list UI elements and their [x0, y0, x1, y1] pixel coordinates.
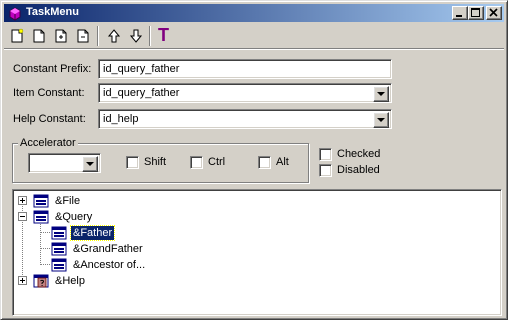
- move-down-button[interactable]: [125, 26, 147, 46]
- ctrl-checkbox-box[interactable]: [190, 156, 203, 169]
- chevron-down-icon[interactable]: [82, 156, 98, 172]
- text-tool-button[interactable]: T: [155, 25, 177, 46]
- checked-checkbox-box[interactable]: [319, 148, 332, 161]
- close-icon: [489, 8, 498, 17]
- text-tool-icon: T: [158, 25, 169, 45]
- taskmenu-window: TaskMenu T Constant Prefix: id_query_fat…: [0, 0, 508, 320]
- item-constant-label: Item Constant:: [13, 87, 85, 99]
- tree-item-query[interactable]: &Query: [33, 209, 153, 225]
- move-up-button[interactable]: [103, 26, 125, 46]
- minimize-button[interactable]: [452, 6, 468, 20]
- tree-item-grandfather[interactable]: &GrandFather: [51, 241, 171, 257]
- constant-prefix-value: id_query_father: [103, 63, 180, 75]
- move-down-icon: [129, 29, 143, 43]
- title-bar[interactable]: TaskMenu: [4, 4, 504, 22]
- checked-label: Checked: [337, 148, 381, 160]
- ctrl-label: Ctrl: [208, 156, 226, 168]
- tree-connector: [40, 264, 50, 265]
- disabled-label: Disabled: [337, 164, 380, 176]
- collapse-toggle[interactable]: [18, 212, 27, 221]
- new-page-button[interactable]: [28, 26, 50, 46]
- toolbar: T: [4, 23, 504, 49]
- tree-item-ancestor[interactable]: &Ancestor of...: [51, 257, 181, 273]
- ctrl-checkbox[interactable]: Ctrl: [190, 156, 230, 170]
- help-menu-icon: [33, 274, 49, 288]
- shift-label: Shift: [144, 156, 167, 168]
- alt-checkbox-box[interactable]: [258, 156, 271, 169]
- accelerator-key-combo[interactable]: [28, 153, 101, 173]
- maximize-icon: [471, 8, 480, 17]
- new-item-button[interactable]: [6, 26, 28, 46]
- chevron-down-icon[interactable]: [373, 86, 389, 102]
- tree-item-label: &Query: [55, 211, 93, 223]
- alt-checkbox[interactable]: Alt: [258, 156, 293, 170]
- accelerator-group-title: Accelerator: [18, 137, 78, 149]
- constant-prefix-label: Constant Prefix:: [13, 63, 92, 75]
- shift-checkbox[interactable]: Shift: [126, 156, 171, 170]
- app-icon: [9, 7, 21, 21]
- tree-item-file[interactable]: &File: [33, 193, 153, 209]
- expand-toggle[interactable]: [18, 276, 27, 285]
- tree-connector: [40, 248, 50, 249]
- menu-tree[interactable]: &File &Query &Father &GrandFather &Ances…: [12, 189, 502, 316]
- menu-icon: [33, 194, 49, 208]
- tree-item-father[interactable]: &Father: [51, 225, 171, 241]
- tree-item-label: &File: [55, 195, 81, 207]
- close-button[interactable]: [486, 6, 502, 20]
- menu-icon: [33, 210, 49, 224]
- delete-page-icon: [77, 29, 89, 43]
- insert-page-button[interactable]: [50, 26, 72, 46]
- toolbar-separator: [97, 26, 99, 46]
- delete-page-button[interactable]: [72, 26, 94, 46]
- tree-item-label: &Ancestor of...: [73, 259, 146, 271]
- window-title: TaskMenu: [26, 6, 79, 18]
- alt-label: Alt: [276, 156, 289, 168]
- toolbar-divider: [4, 48, 504, 50]
- new-item-icon: [11, 28, 24, 43]
- help-constant-value: id_help: [103, 113, 139, 125]
- disabled-checkbox-box[interactable]: [319, 164, 332, 177]
- minimize-icon: [456, 15, 462, 17]
- menu-item-icon: [51, 242, 67, 256]
- menu-item-icon: [51, 258, 67, 272]
- tree-connector: [40, 232, 50, 233]
- shift-checkbox-box[interactable]: [126, 156, 139, 169]
- help-constant-combo[interactable]: id_help: [98, 109, 392, 129]
- chevron-down-icon[interactable]: [373, 112, 389, 128]
- expand-toggle[interactable]: [18, 196, 27, 205]
- menu-item-icon: [51, 226, 67, 240]
- item-constant-combo[interactable]: id_query_father: [98, 83, 392, 103]
- insert-page-icon: [55, 29, 67, 43]
- checked-checkbox[interactable]: Checked: [319, 148, 389, 162]
- toolbar-separator: [149, 26, 151, 46]
- tree-item-label: &Help: [55, 275, 85, 287]
- tree-item-label: &GrandFather: [73, 243, 143, 255]
- constant-prefix-input[interactable]: id_query_father: [98, 59, 392, 79]
- disabled-checkbox[interactable]: Disabled: [319, 164, 389, 178]
- tree-connector: [40, 224, 41, 263]
- help-constant-label: Help Constant:: [13, 113, 86, 125]
- item-constant-value: id_query_father: [103, 87, 180, 99]
- move-up-icon: [107, 29, 121, 43]
- tree-item-label: &Father: [69, 225, 116, 241]
- tree-item-help[interactable]: &Help: [33, 273, 153, 289]
- new-page-icon: [33, 29, 45, 43]
- maximize-button[interactable]: [468, 6, 484, 20]
- tree-connector: [22, 199, 23, 279]
